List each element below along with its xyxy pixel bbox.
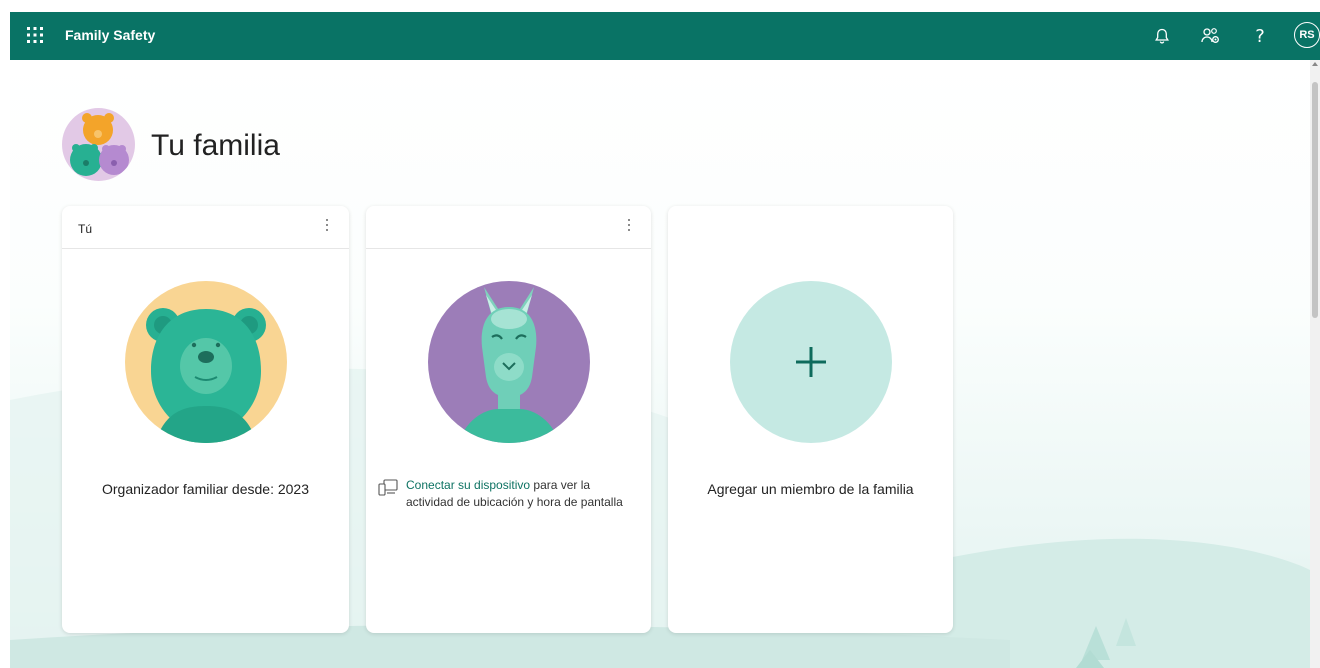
- family-avatar: [62, 108, 135, 181]
- waffle-icon[interactable]: [26, 26, 44, 44]
- connect-device-text: Conectar su dispositivo para ver la acti…: [406, 477, 638, 511]
- scroll-up-arrow[interactable]: [1312, 62, 1318, 66]
- scroll-thumb[interactable]: [1312, 82, 1318, 318]
- help-icon: ?: [1255, 25, 1265, 47]
- member-name: Tú: [78, 222, 93, 236]
- add-member-label[interactable]: Agregar un miembro de la familia: [668, 481, 953, 497]
- app-title[interactable]: Family Safety: [65, 27, 155, 43]
- family-settings-icon: [1201, 28, 1219, 43]
- card-header: Tú: [62, 206, 349, 249]
- notifications-button[interactable]: [1150, 24, 1174, 48]
- bell-icon: [1155, 28, 1169, 44]
- member-caption: Organizador familiar desde: 2023: [101, 481, 309, 497]
- help-button[interactable]: ?: [1248, 24, 1272, 48]
- connect-device-row: Conectar su dispositivo para ver la acti…: [378, 477, 638, 511]
- llama-avatar: [428, 281, 590, 443]
- device-icon: [378, 479, 398, 496]
- top-bar: Family Safety ? RS: [10, 12, 1320, 60]
- scrollbar[interactable]: [1310, 60, 1320, 668]
- connect-device-link[interactable]: Conectar su dispositivo: [406, 478, 530, 492]
- member-card-child[interactable]: Conectar su dispositivo para ver la acti…: [366, 206, 651, 633]
- plus-icon: [796, 347, 826, 377]
- more-options-icon[interactable]: [622, 216, 636, 234]
- family-settings-button[interactable]: [1199, 24, 1223, 48]
- member-card-you[interactable]: Tú Organizador familiar desde: 2023: [62, 206, 349, 633]
- add-member-button[interactable]: [730, 281, 892, 443]
- page-title: Tu familia: [151, 129, 280, 162]
- add-member-card[interactable]: Agregar un miembro de la familia: [668, 206, 953, 633]
- main-content: Tu familia Tú Organizador familiar desde…: [10, 60, 1310, 668]
- user-avatar[interactable]: RS: [1294, 22, 1320, 48]
- card-header: [366, 206, 651, 249]
- more-options-icon[interactable]: [320, 216, 334, 234]
- bear-avatar: [125, 281, 287, 443]
